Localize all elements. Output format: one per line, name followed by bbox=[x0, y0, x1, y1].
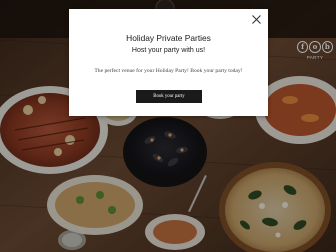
book-party-button[interactable]: Book your party bbox=[136, 90, 202, 103]
holiday-party-popup: Holiday Private Parties Host your party … bbox=[69, 9, 268, 116]
popup-body-text: The perfect venue for your Holiday Party… bbox=[94, 68, 243, 74]
close-icon[interactable] bbox=[251, 12, 262, 24]
popup-subtitle: Host your party with us! bbox=[131, 47, 206, 54]
popup-title: Holiday Private Parties bbox=[126, 33, 211, 43]
